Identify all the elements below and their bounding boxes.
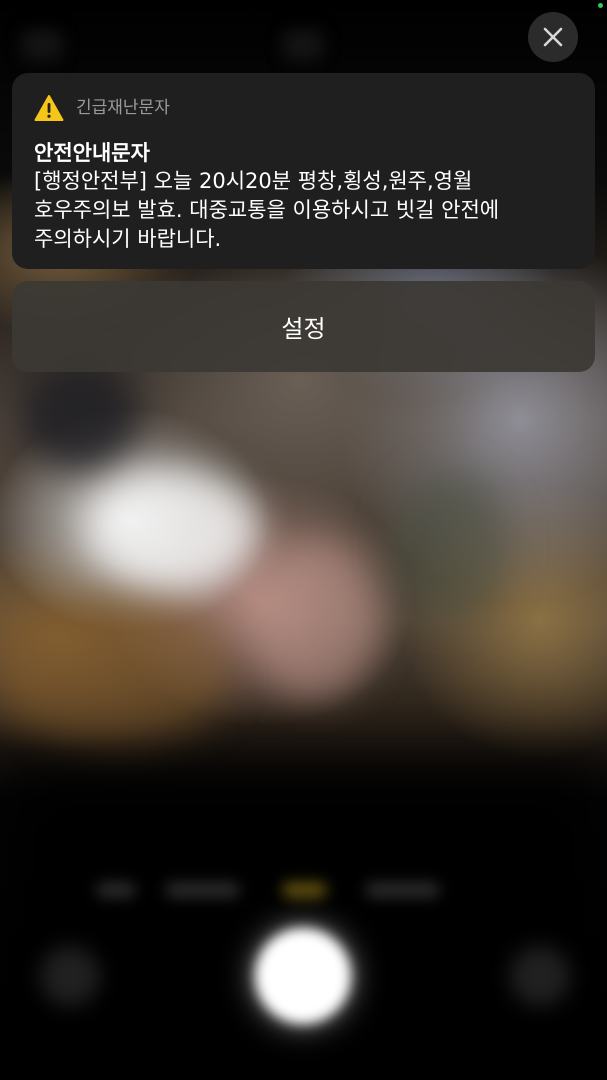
camera-flash-control (22, 30, 62, 60)
camera-mode (165, 882, 240, 898)
settings-button-label: 설정 (281, 315, 326, 343)
alert-category: 긴급재난문자 (76, 97, 170, 118)
background-blur-region (390, 470, 510, 620)
close-icon (543, 27, 563, 47)
background-blur-region (90, 470, 260, 590)
alert-title: 안전안내문자 (34, 141, 150, 165)
alert-message: [행정안전부] 오늘 20시20분 평창,횡성,원주,영월 호우주의보 발효. … (34, 169, 500, 251)
close-button[interactable] (528, 12, 578, 62)
background-blur-region (250, 540, 380, 700)
camera-mode (365, 882, 440, 898)
switch-camera-button (510, 946, 570, 1006)
background-blur-region (20, 360, 140, 470)
camera-mode-row (0, 870, 607, 910)
alert-header: 긴급재난문자 (34, 93, 573, 123)
background-blur-region (0, 600, 230, 750)
background-blur-region (0, 760, 607, 1080)
settings-button[interactable]: 설정 (12, 281, 595, 372)
emergency-alert-card: 긴급재난문자 안전안내문자 [행정안전부] 오늘 20시20분 평창,횡성,원주… (12, 73, 595, 269)
warning-triangle-icon (34, 94, 64, 122)
shutter-button (255, 928, 351, 1024)
gallery-thumbnail (40, 946, 100, 1006)
camera-mode-active (282, 882, 327, 898)
camera-mode (96, 882, 136, 898)
camera-in-use-indicator (598, 3, 603, 8)
camera-top-control (283, 30, 323, 60)
